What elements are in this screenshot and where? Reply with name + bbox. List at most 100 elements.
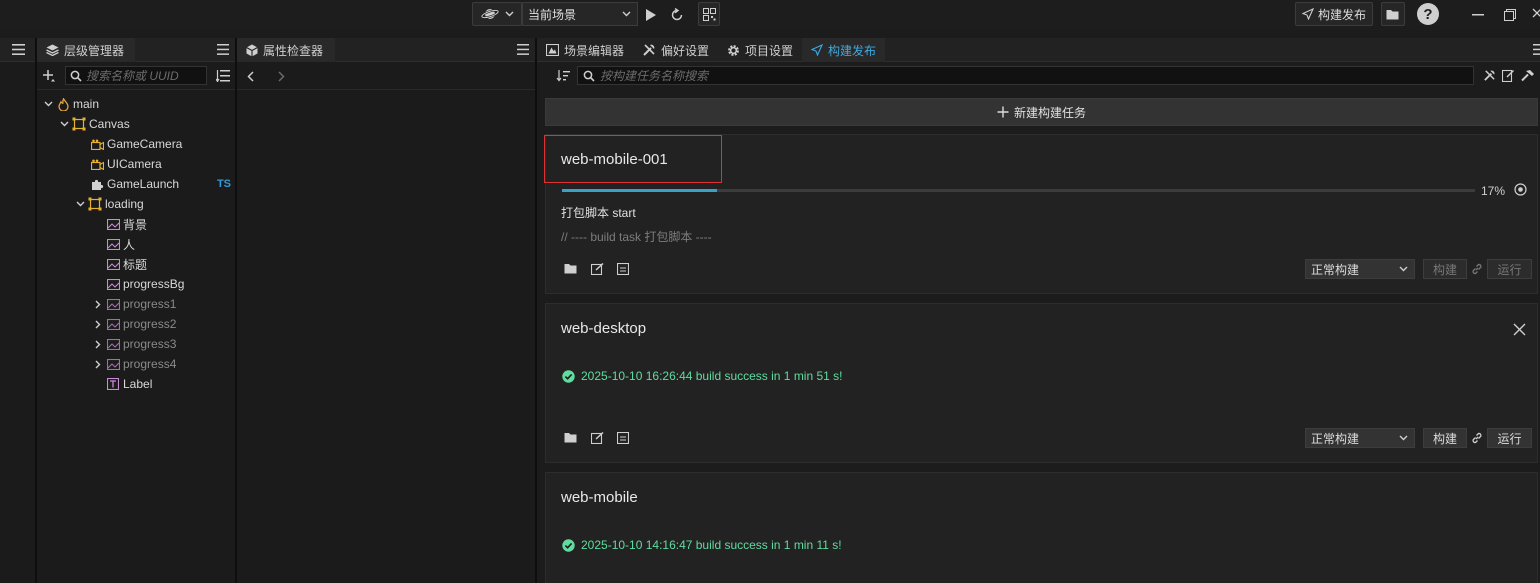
chevron-down-icon[interactable] bbox=[73, 194, 87, 214]
run-button[interactable]: 运行 bbox=[1487, 259, 1532, 279]
tree-node-label: GameLaunch bbox=[107, 177, 180, 191]
build-publish-button[interactable]: 构建发布 bbox=[1295, 2, 1373, 26]
tree-node-label: progress3 bbox=[123, 337, 177, 351]
tree-node-progress2[interactable]: progress2 bbox=[91, 314, 176, 334]
build-mode-select[interactable]: 正常构建 bbox=[1305, 428, 1415, 448]
refresh-button[interactable] bbox=[666, 4, 688, 26]
menu-icon[interactable] bbox=[1533, 44, 1540, 55]
folder-icon[interactable] bbox=[564, 432, 578, 444]
stop-build-button[interactable] bbox=[1514, 183, 1527, 196]
build-mode-select[interactable]: 正常构建 bbox=[1305, 259, 1415, 279]
hierarchy-tabbar: 层级管理器 bbox=[37, 38, 235, 62]
build-button[interactable]: 构建 bbox=[1423, 428, 1467, 448]
tab-inspector[interactable]: 属性检查器 bbox=[237, 38, 335, 62]
build-task-card: web-mobile-001 17% 打包脚本 start // ---- bu… bbox=[544, 134, 1538, 294]
new-build-task-label: 新建构建任务 bbox=[1013, 105, 1086, 120]
restore-button[interactable] bbox=[1500, 6, 1520, 24]
build-search-input[interactable]: 按构建任务名称搜索 bbox=[577, 66, 1474, 85]
chevron-down-icon[interactable] bbox=[41, 94, 55, 114]
planet-icon bbox=[480, 7, 499, 21]
build-publish-label: 构建发布 bbox=[1317, 7, 1366, 22]
tree-node-progress1[interactable]: progress1 bbox=[91, 294, 176, 314]
tree-node-gamecamera[interactable]: GameCamera bbox=[75, 134, 182, 154]
sort-list-icon[interactable] bbox=[216, 70, 230, 82]
plus-icon bbox=[997, 106, 1009, 118]
tree-node-title[interactable]: 标题 bbox=[91, 254, 147, 274]
forward-arrow-icon[interactable] bbox=[278, 71, 285, 82]
tree-node-background[interactable]: 背景 bbox=[91, 214, 147, 234]
hammer-icon[interactable] bbox=[1521, 69, 1535, 82]
tree-node-progressbg[interactable]: progressBg bbox=[91, 274, 184, 294]
menu-icon[interactable] bbox=[517, 44, 529, 55]
tab-label: 偏好设置 bbox=[661, 43, 710, 58]
run-button[interactable]: 运行 bbox=[1487, 428, 1532, 448]
folder-icon[interactable] bbox=[564, 263, 578, 275]
close-window-button[interactable] bbox=[1528, 6, 1540, 24]
card-tools bbox=[564, 432, 629, 444]
tree-node-progress3[interactable]: progress3 bbox=[91, 334, 176, 354]
chevron-right-icon[interactable] bbox=[91, 314, 105, 334]
chevron-right-icon[interactable] bbox=[91, 294, 105, 314]
tab-hierarchy[interactable]: 层级管理器 bbox=[37, 38, 135, 62]
left-panel-header bbox=[0, 38, 36, 62]
menu-icon[interactable] bbox=[217, 44, 229, 55]
build-button[interactable]: 构建 bbox=[1423, 259, 1467, 279]
back-arrow-icon[interactable] bbox=[247, 71, 254, 82]
edit-icon[interactable] bbox=[591, 432, 604, 444]
chevron-down-icon bbox=[1399, 266, 1408, 272]
chevron-down-icon bbox=[622, 11, 631, 17]
tab-project-settings[interactable]: 项目设置 bbox=[718, 38, 802, 62]
scene-select[interactable]: 当前场景 bbox=[522, 2, 638, 26]
tab-hierarchy-label: 层级管理器 bbox=[64, 43, 125, 58]
tree-node-label: Label bbox=[123, 377, 153, 391]
tools-icon[interactable] bbox=[1483, 69, 1496, 82]
chevron-right-icon[interactable] bbox=[91, 334, 105, 354]
new-build-task-button[interactable]: 新建构建任务 bbox=[545, 98, 1538, 126]
link-icon[interactable] bbox=[1471, 432, 1483, 444]
tree-node-canvas[interactable]: Canvas bbox=[57, 114, 130, 134]
help-button[interactable]: ? bbox=[1417, 3, 1439, 25]
scene-editor-icon bbox=[546, 44, 559, 56]
tools-icon bbox=[642, 43, 656, 57]
tree-node-uicamera[interactable]: UICamera bbox=[75, 154, 162, 174]
log-icon[interactable] bbox=[617, 263, 629, 275]
menu-icon[interactable] bbox=[11, 44, 25, 55]
open-folder-button[interactable] bbox=[1381, 2, 1405, 26]
tab-scene-editor[interactable]: 场景编辑器 bbox=[537, 38, 633, 62]
build-button-label: 构建 bbox=[1432, 431, 1457, 446]
edit-icon[interactable] bbox=[591, 263, 604, 275]
chevron-down-icon[interactable] bbox=[57, 114, 71, 134]
image-icon bbox=[105, 334, 121, 354]
log-icon[interactable] bbox=[617, 432, 629, 444]
platform-select-button[interactable] bbox=[472, 2, 522, 26]
build-mode-label: 正常构建 bbox=[1311, 262, 1360, 277]
search-icon bbox=[70, 70, 82, 82]
tree-node-loading[interactable]: loading bbox=[73, 194, 144, 214]
build-status-line: 打包脚本 start bbox=[561, 206, 636, 220]
sort-icon[interactable] bbox=[556, 69, 570, 82]
play-button[interactable] bbox=[640, 4, 662, 26]
close-icon[interactable] bbox=[1513, 323, 1526, 336]
tree-node-label: progress4 bbox=[123, 357, 177, 371]
tree-node-label-node[interactable]: Label bbox=[91, 374, 152, 394]
check-circle-icon bbox=[562, 369, 575, 383]
add-node-button[interactable] bbox=[42, 69, 56, 83]
qrcode-button[interactable] bbox=[698, 2, 720, 26]
tree-node-label: 标题 bbox=[123, 257, 148, 272]
tree-node-gamelaunch[interactable]: GameLaunch TS bbox=[75, 174, 235, 194]
hierarchy-search-input[interactable]: 搜索名称或 UUID bbox=[65, 66, 207, 85]
tree-node-label: UICamera bbox=[107, 157, 162, 171]
edit-file-icon[interactable] bbox=[1502, 69, 1515, 82]
canvas-icon bbox=[87, 194, 103, 214]
chevron-right-icon[interactable] bbox=[91, 354, 105, 374]
tab-preferences[interactable]: 偏好设置 bbox=[633, 38, 718, 62]
tab-build-publish[interactable]: 构建发布 bbox=[802, 38, 886, 62]
text-icon bbox=[105, 374, 121, 394]
tree-node-person[interactable]: 人 bbox=[91, 234, 135, 254]
tab-label: 构建发布 bbox=[828, 43, 877, 58]
image-icon bbox=[105, 254, 121, 274]
tree-node-main[interactable]: main bbox=[41, 94, 99, 114]
main-tabbar: 场景编辑器 偏好设置 项目设置 构建发布 bbox=[537, 38, 1540, 62]
minimize-button[interactable] bbox=[1468, 6, 1488, 24]
tree-node-progress4[interactable]: progress4 bbox=[91, 354, 176, 374]
